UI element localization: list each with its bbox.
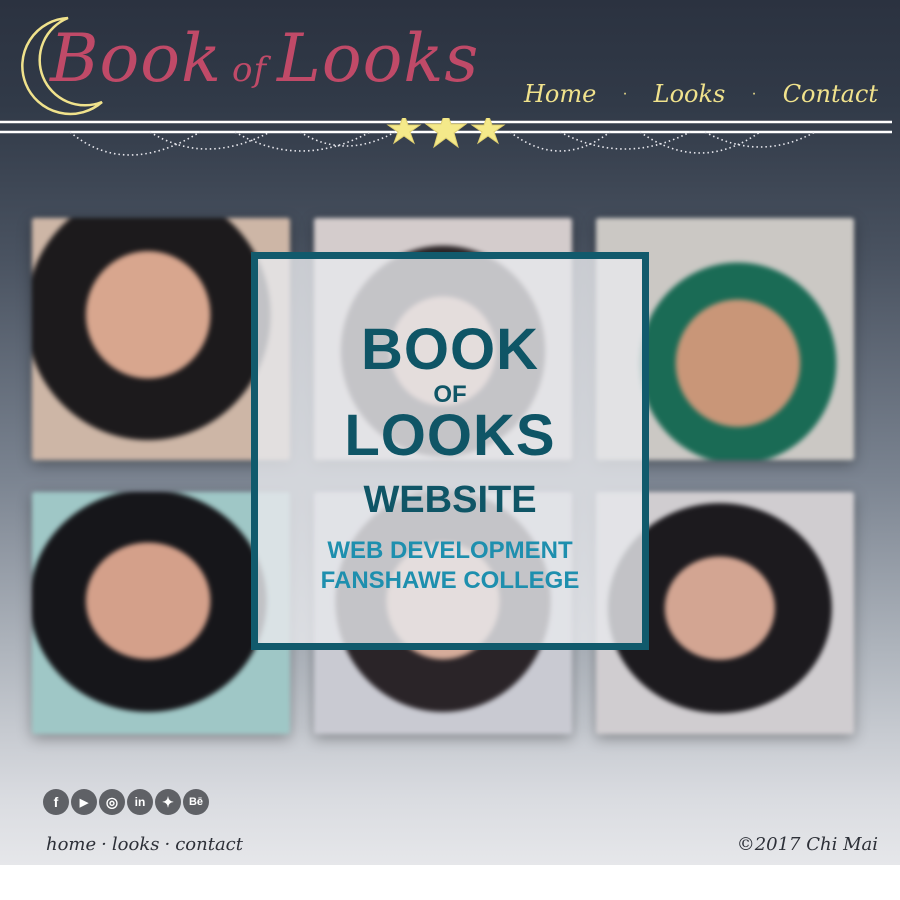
copyright-text: ©2017 Chi Mai [736, 834, 878, 855]
card-title-book: BOOK [361, 317, 539, 382]
youtube-icon[interactable]: ▶ [71, 789, 97, 815]
logo-wordmark: Book of Looks [50, 26, 479, 92]
footer-link-home[interactable]: home [46, 834, 96, 855]
footer-nav: home · looks · contact [46, 834, 243, 855]
facebook-icon[interactable]: f [43, 789, 69, 815]
nav-separator: · [622, 85, 628, 102]
star-icons [386, 118, 506, 149]
instagram-icon[interactable]: ◎ [99, 789, 125, 815]
project-title-card: BOOK OF LOOKS WEBSITE WEB DEVELOPMENT FA… [251, 252, 649, 650]
linkedin-icon[interactable]: in [127, 789, 153, 815]
nav-home[interactable]: Home [524, 80, 596, 108]
card-title-looks: LOOKS [344, 403, 556, 468]
card-title-website: WEBSITE [363, 479, 537, 521]
nav-looks[interactable]: Looks [654, 80, 726, 108]
social-links: f ▶ ◎ in ✦ Bē [43, 789, 209, 815]
footer-link-contact[interactable]: contact [175, 834, 243, 855]
header-divider [0, 118, 892, 156]
footer-link-looks[interactable]: looks [112, 834, 160, 855]
logo-word-of: of [231, 50, 268, 90]
footer-separator: · [164, 834, 171, 855]
logo-word-looks: Looks [277, 20, 480, 97]
site-logo[interactable]: Book of Looks [6, 12, 486, 120]
card-subtitle-school: FANSHAWE COLLEGE [320, 567, 580, 594]
behance-icon[interactable]: Bē [183, 789, 209, 815]
logo-word-book: Book [50, 20, 222, 97]
page: Book of Looks Home · Looks · Contact BOO… [0, 0, 900, 865]
footer-separator: · [101, 834, 107, 855]
main-nav: Home · Looks · Contact [524, 80, 878, 108]
card-subtitle-course: WEB DEVELOPMENT [327, 537, 573, 564]
twitter-icon[interactable]: ✦ [155, 789, 181, 815]
nav-contact[interactable]: Contact [783, 80, 878, 108]
nav-separator: · [751, 85, 757, 102]
